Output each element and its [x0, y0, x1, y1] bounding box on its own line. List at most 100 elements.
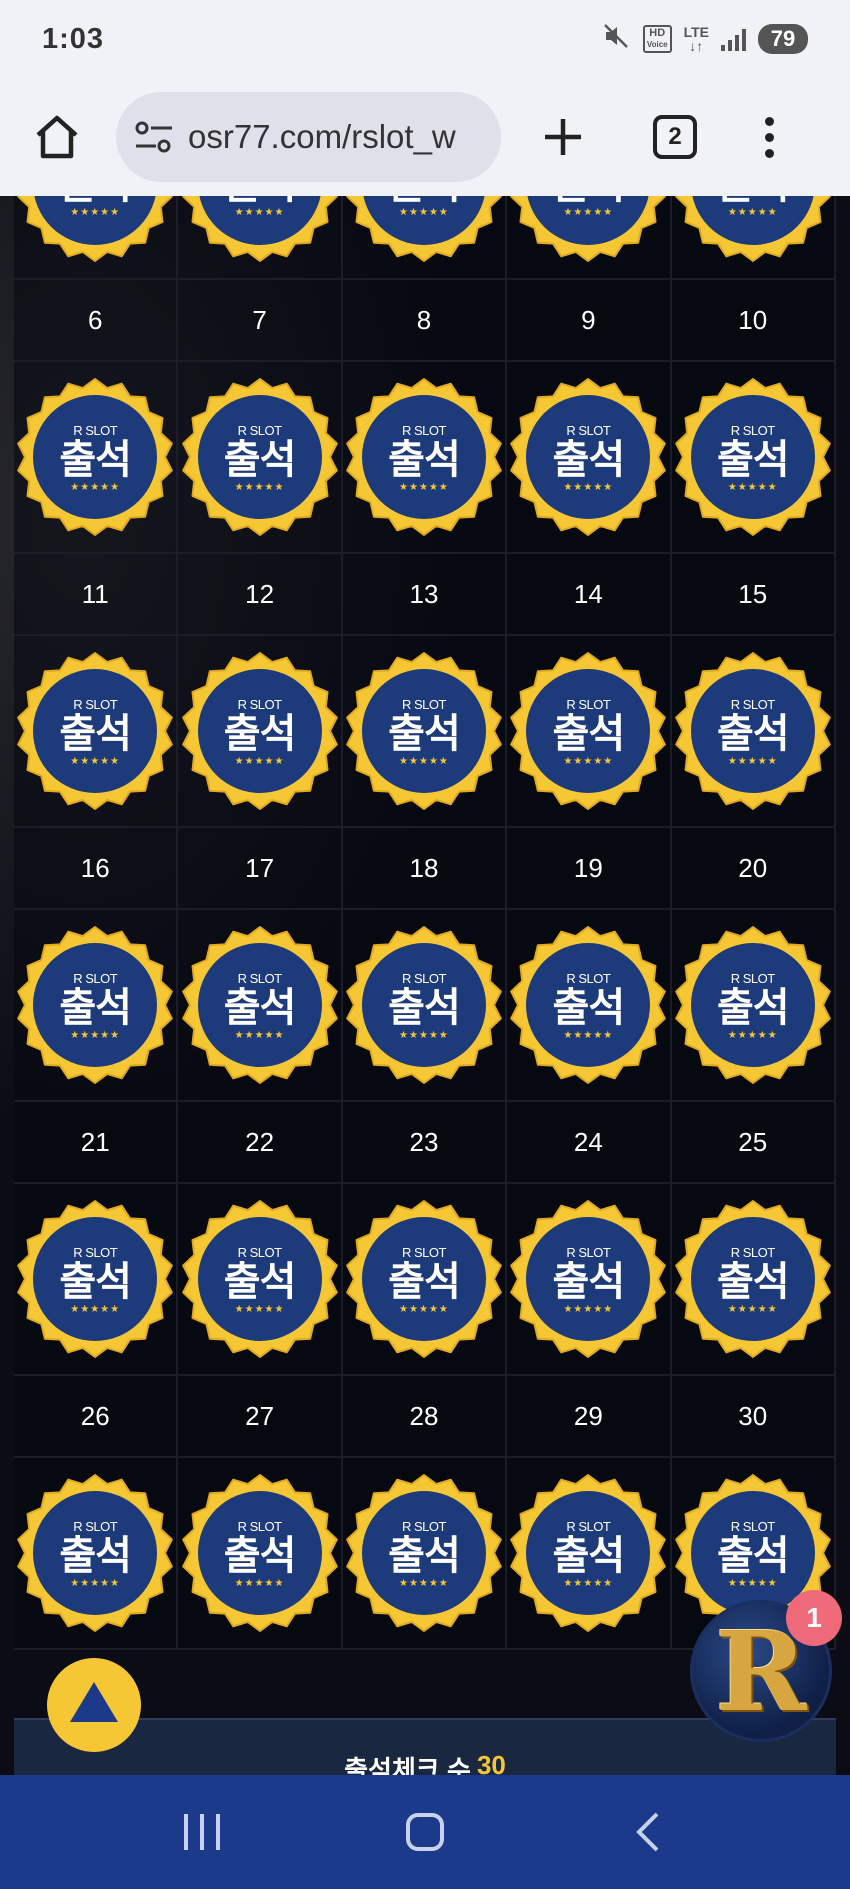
- badge-stars: ★★★★★: [234, 755, 285, 767]
- badge-brand-label: R SLOT: [401, 1244, 446, 1260]
- badge-stars: ★★★★★: [727, 481, 778, 493]
- status-time: 1:03: [42, 22, 105, 55]
- attendance-badge-cell: R SLOT 출석 ★★★★★: [14, 1184, 179, 1376]
- day-number: 20: [671, 828, 836, 910]
- attendance-badge-cell: R SLOT 출석 ★★★★★: [14, 1458, 179, 1650]
- badge-brand-label: R SLOT: [73, 970, 118, 986]
- badge-brand-label: R SLOT: [401, 696, 446, 712]
- badge-brand-label: R SLOT: [566, 1244, 611, 1260]
- badge-brand-label: R SLOT: [566, 970, 611, 986]
- badge-attendance-label: 출석: [388, 437, 461, 482]
- badge-stars: ★★★★★: [563, 481, 614, 493]
- badge-attendance-label: 출석: [552, 1259, 626, 1304]
- back-icon: [636, 1812, 659, 1852]
- day-number: 14: [507, 554, 672, 636]
- day-number: 13: [342, 554, 508, 636]
- attendance-stamp-icon: R SLOT 출석 ★★★★★: [180, 651, 340, 811]
- badge-brand-label: R SLOT: [566, 696, 611, 712]
- signal-icon: [721, 27, 746, 51]
- badge-row: R SLOT 출석 ★★★★★ R SLOT 출석 ★★★★★ R SLOT 출석 ★★★★★ R…: [14, 362, 836, 554]
- attendance-stamp-icon: R SLOT 출석 ★★★★★: [15, 1199, 175, 1359]
- badge-stars: ★★★★★: [399, 481, 449, 493]
- badge-row: 출석★★★★★출석★★★★★출석★★★★★출석★★★★★출석★★★★★: [14, 196, 836, 280]
- badge-stars: ★★★★★: [70, 1303, 121, 1315]
- attendance-badge-cell: R SLOT 출석 ★★★★★: [342, 910, 508, 1102]
- attendance-stamp-icon: R SLOT 출석 ★★★★★: [180, 1473, 340, 1633]
- attendance-badge-cell: R SLOT 출석 ★★★★★: [671, 362, 836, 554]
- badge-stars: ★★★★★: [563, 207, 614, 218]
- recent-apps-button[interactable]: [162, 1792, 242, 1872]
- chat-button[interactable]: R 1: [690, 1590, 842, 1742]
- back-button[interactable]: [608, 1792, 688, 1872]
- badge-row: R SLOT 출석 ★★★★★ R SLOT 출석 ★★★★★ R SLOT 출석 ★★★★★ R…: [14, 636, 836, 828]
- day-number: 8: [342, 280, 508, 362]
- badge-stars: ★★★★★: [70, 481, 121, 493]
- badge-brand-label: R SLOT: [237, 422, 282, 438]
- mute-icon: [603, 23, 631, 56]
- scroll-to-top-button[interactable]: [47, 1658, 141, 1752]
- badge-attendance-label: 출석: [552, 1533, 626, 1578]
- attendance-badge-cell: R SLOT 출석 ★★★★★: [671, 636, 836, 828]
- badge-brand-label: R SLOT: [237, 696, 282, 712]
- attendance-page: 출석★★★★★출석★★★★★출석★★★★★출석★★★★★출석★★★★★67891…: [0, 196, 850, 1775]
- home-nav-icon: [405, 1813, 444, 1851]
- day-number: 11: [14, 554, 179, 636]
- arrow-up-icon: [70, 1682, 118, 1722]
- attendance-badge-cell: R SLOT 출석 ★★★★★: [671, 910, 836, 1102]
- badge-row: R SLOT 출석 ★★★★★ R SLOT 출석 ★★★★★ R SLOT 출석 ★★★★★ R…: [14, 910, 836, 1102]
- badge-brand-label: R SLOT: [401, 970, 446, 986]
- attendance-badge-cell: R SLOT 출석 ★★★★★: [342, 636, 508, 828]
- more-menu-button[interactable]: [759, 109, 779, 165]
- day-number: 19: [507, 828, 672, 910]
- hd-label: HD: [649, 27, 666, 39]
- day-number: 17: [178, 828, 343, 910]
- badge-attendance-label: 출석: [716, 711, 790, 756]
- attendance-badge-cell: 출석★★★★★: [507, 196, 672, 280]
- badge-attendance-label: 출석: [59, 196, 132, 207]
- day-number: 9: [507, 280, 672, 362]
- hd-voice-icon: HD Voice: [642, 25, 672, 53]
- attendance-badge-cell: R SLOT 출석 ★★★★★: [342, 1458, 508, 1650]
- badge-attendance-label: 출석: [716, 1533, 790, 1578]
- badge-brand-label: R SLOT: [73, 1244, 118, 1260]
- day-number: 27: [178, 1376, 343, 1458]
- new-tab-button[interactable]: [535, 109, 591, 165]
- attendance-stamp-icon: R SLOT 출석 ★★★★★: [508, 377, 668, 537]
- home-nav-button[interactable]: [385, 1792, 465, 1872]
- home-button[interactable]: [28, 108, 86, 166]
- address-bar[interactable]: osr77.com/rslot_w: [116, 92, 501, 182]
- badge-stars: ★★★★★: [234, 1303, 285, 1315]
- battery-badge: 79: [758, 24, 808, 54]
- badge-stars: ★★★★★: [70, 207, 121, 218]
- attendance-badge-cell: 출석★★★★★: [342, 196, 508, 280]
- badge-attendance-label: 출석: [223, 985, 297, 1030]
- plus-icon: [545, 119, 581, 155]
- attendance-stamp-icon: R SLOT 출석 ★★★★★: [673, 377, 833, 537]
- tab-switcher-button[interactable]: 2: [653, 115, 697, 159]
- status-bar: 1:03 HD Voice LTE ↓↑ 79: [0, 0, 850, 78]
- badge-attendance-label: 출석: [553, 196, 626, 207]
- badge-attendance-label: 출석: [717, 196, 790, 207]
- badge-brand-label: R SLOT: [566, 422, 611, 438]
- badge-brand-label: R SLOT: [401, 422, 446, 438]
- badge-brand-label: R SLOT: [237, 1518, 282, 1534]
- attendance-stamp-icon: R SLOT 출석 ★★★★★: [344, 377, 504, 537]
- attendance-badge-cell: R SLOT 출석 ★★★★★: [178, 362, 343, 554]
- day-number: 15: [671, 554, 836, 636]
- badge-stars: ★★★★★: [727, 755, 778, 767]
- badge-brand-label: R SLOT: [730, 970, 775, 986]
- attendance-badge-cell: R SLOT 출석 ★★★★★: [178, 1184, 343, 1376]
- site-settings-icon[interactable]: [134, 120, 174, 154]
- badge-attendance-label: 출석: [388, 1259, 461, 1304]
- lte-label: LTE: [683, 24, 709, 40]
- badge-attendance-label: 출석: [388, 1533, 461, 1578]
- badge-stars: ★★★★★: [727, 1303, 778, 1315]
- badge-stars: ★★★★★: [727, 1577, 778, 1589]
- badge-brand-label: R SLOT: [730, 1244, 775, 1260]
- badge-stars: ★★★★★: [399, 1303, 449, 1315]
- status-icons: HD Voice LTE ↓↑ 79: [603, 23, 808, 56]
- attendance-badge-cell: R SLOT 출석 ★★★★★: [507, 636, 672, 828]
- attendance-stamp-icon: R SLOT 출석 ★★★★★: [15, 925, 175, 1085]
- attendance-stamp-icon: R SLOT 출석 ★★★★★: [344, 1199, 504, 1359]
- attendance-badge-cell: R SLOT 출석 ★★★★★: [507, 1184, 672, 1376]
